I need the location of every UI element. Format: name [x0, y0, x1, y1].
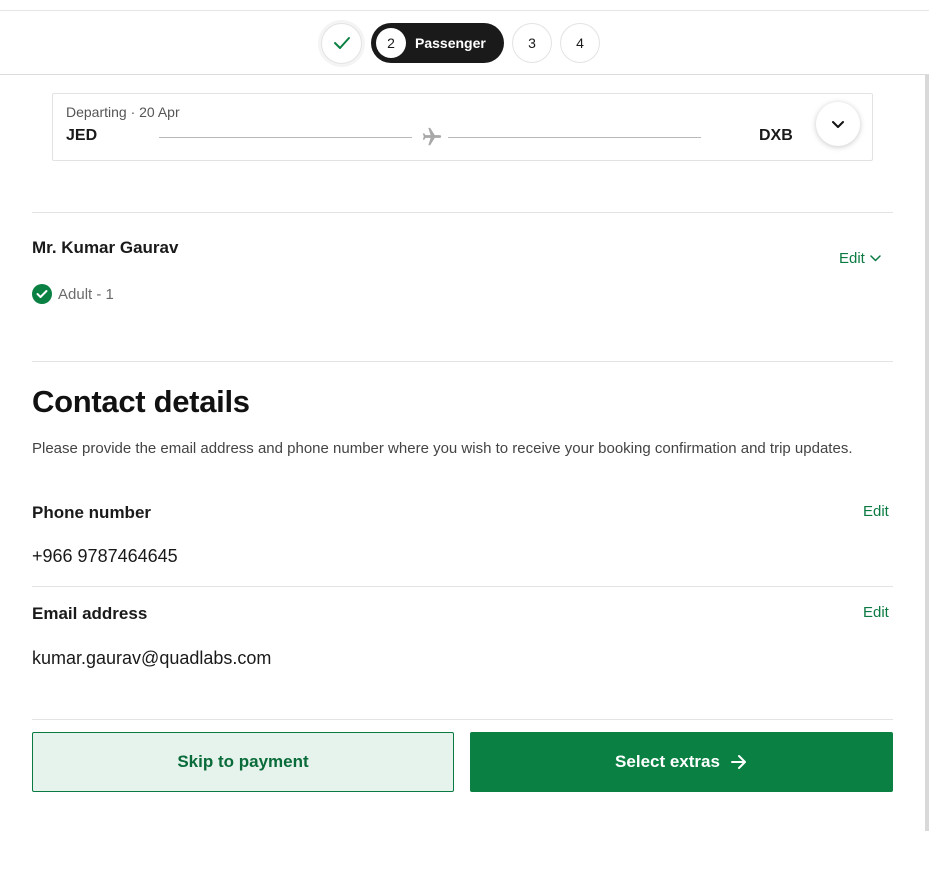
select-extras-label: Select extras	[615, 752, 720, 771]
contact-details-description: Please provide the email address and pho…	[32, 440, 853, 457]
destination-airport: DXB	[759, 127, 793, 144]
check-circle-icon	[32, 284, 52, 304]
select-extras-button[interactable]: Select extras	[470, 732, 893, 792]
step-2-number: 2	[376, 28, 406, 58]
step-4[interactable]: 4	[560, 23, 600, 63]
expand-flight-button[interactable]	[816, 102, 860, 146]
scrollbar-track[interactable]	[925, 75, 929, 831]
contact-details-title: Contact details	[32, 384, 250, 419]
edit-email-link[interactable]: Edit	[863, 604, 889, 621]
origin-airport: JED	[66, 127, 98, 144]
skip-to-payment-label: Skip to payment	[177, 752, 309, 771]
email-value: kumar.gaurav@quadlabs.com	[32, 648, 272, 668]
edit-phone-link[interactable]: Edit	[863, 503, 889, 520]
chevron-down-icon	[832, 120, 844, 128]
stepper-divider	[0, 74, 929, 75]
passenger-name: Mr. Kumar Gaurav	[32, 238, 179, 257]
phone-label: Phone number	[32, 503, 152, 522]
section-divider	[32, 719, 893, 720]
arrow-right-icon	[730, 755, 746, 769]
step-2-active[interactable]: 2 Passenger	[371, 23, 504, 63]
section-divider	[32, 361, 893, 362]
checkmark-icon	[333, 37, 350, 49]
airplane-icon	[422, 127, 442, 146]
phone-value: +966 9787464645	[32, 546, 178, 566]
step-3[interactable]: 3	[512, 23, 552, 63]
departing-date: Departing · 20 Apr	[66, 104, 180, 120]
chevron-down-icon	[870, 255, 881, 262]
edit-passenger-button[interactable]: Edit	[839, 250, 881, 267]
passenger-status: Adult - 1	[32, 284, 114, 304]
skip-to-payment-button[interactable]: Skip to payment	[32, 732, 454, 792]
step-2-label: Passenger	[415, 35, 486, 51]
checkmark-icon	[36, 290, 48, 298]
route-line	[159, 137, 412, 138]
top-divider	[0, 10, 929, 11]
section-divider	[32, 212, 893, 213]
edit-passenger-label: Edit	[839, 250, 865, 267]
field-divider	[32, 586, 893, 587]
step-1-completed[interactable]	[321, 22, 362, 64]
passenger-type: Adult - 1	[58, 285, 114, 303]
flight-summary-card: Departing · 20 Apr JED DXB	[52, 93, 873, 161]
email-label: Email address	[32, 604, 148, 623]
route-line	[448, 137, 701, 138]
progress-stepper: 2 Passenger 3 4	[321, 22, 600, 64]
